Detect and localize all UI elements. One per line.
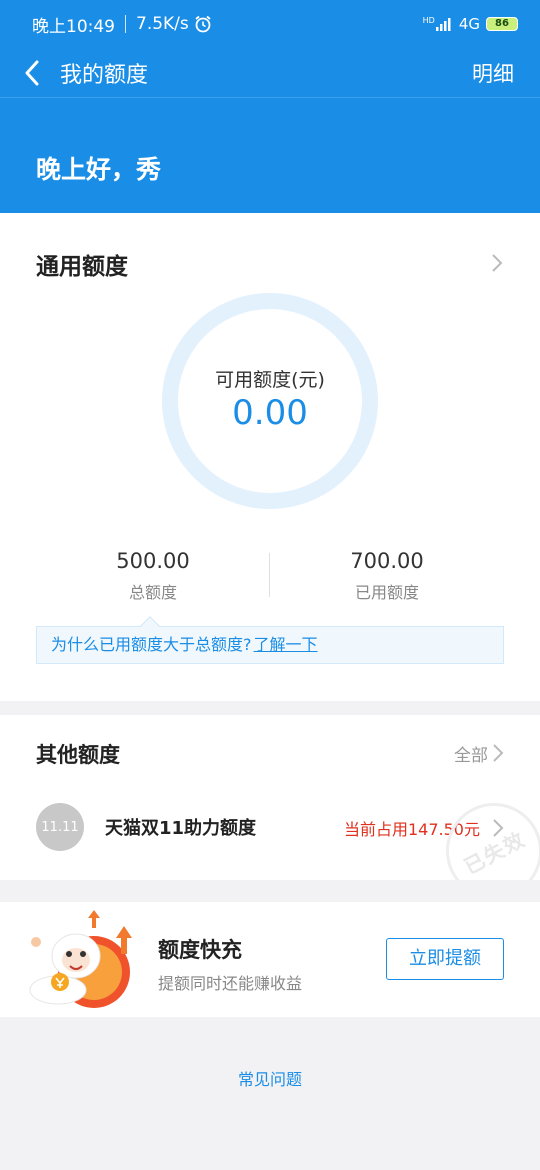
status-bar: 晚上10:49 7.5K/s HD 4G 86 <box>0 0 540 48</box>
item-name: 天猫双11助力额度 <box>105 818 257 839</box>
total-quota-stat: 500.00 总额度 <box>53 549 253 603</box>
status-time: 晚上10:49 <box>32 16 115 37</box>
tip-arrow <box>140 616 160 636</box>
available-value: 0.00 <box>232 393 308 433</box>
alarm-icon <box>195 15 211 33</box>
network-label: 4G <box>458 15 480 33</box>
chevron-left-icon <box>25 60 39 85</box>
status-right: HD 4G 86 <box>423 15 518 33</box>
quota-tip: 为什么已用额度大于总额度? 了解一下 <box>36 616 504 664</box>
available-label: 可用额度(元) <box>215 369 325 391</box>
total-quota-label: 总额度 <box>128 583 177 602</box>
other-quota-card: 其他额度 全部 11.11 天猫双11助力额度 当前占用147.50元 已失效 <box>0 715 540 880</box>
battery-icon: 86 <box>486 17 518 31</box>
status-speed: 7.5K/s <box>136 14 189 34</box>
nav-bar: 我的额度 明细 <box>0 48 540 98</box>
used-quota-value: 700.00 <box>350 549 424 573</box>
promo-subtitle: 提额同时还能赚收益 <box>158 974 303 993</box>
mascot-illustration <box>29 910 132 1008</box>
greeting-text: 晚上好，秀 <box>36 155 162 184</box>
stat-divider <box>269 553 270 597</box>
tmall-icon-text: 11.11 <box>41 819 79 835</box>
learn-more-link[interactable]: 了解一下 <box>254 635 318 654</box>
hero-banner: 晚上好，秀 <box>0 98 540 213</box>
view-all-link[interactable]: 全部 <box>454 741 488 766</box>
other-quota-title: 其他额度 <box>36 743 120 767</box>
promo-title: 额度快充 <box>158 938 242 962</box>
total-quota-value: 500.00 <box>116 549 190 573</box>
expired-stamp-text: 已失效 <box>459 826 530 879</box>
faq-link[interactable]: 常见问题 <box>0 1066 540 1090</box>
tmall-icon: 11.11 <box>36 803 84 851</box>
used-quota-label: 已用额度 <box>354 583 419 602</box>
tip-text: 为什么已用额度大于总额度? <box>51 635 252 654</box>
general-quota-card[interactable]: 通用额度 可用额度(元) 0.00 500.00 总额度 700.00 已用额度… <box>0 213 540 701</box>
signal-icon <box>435 18 451 31</box>
back-button[interactable] <box>6 48 58 98</box>
chevron-right-icon[interactable] <box>491 253 503 273</box>
hd-badge: HD <box>422 16 435 25</box>
chevron-right-icon[interactable] <box>492 743 504 763</box>
used-quota-stat: 700.00 已用额度 <box>287 549 487 603</box>
page-title: 我的额度 <box>60 62 149 88</box>
raise-quota-button[interactable]: 立即提额 <box>386 938 504 980</box>
detail-button[interactable]: 明细 <box>472 58 514 88</box>
quick-charge-card: 额度快充 提额同时还能赚收益 立即提额 <box>0 902 540 1017</box>
general-quota-title: 通用额度 <box>36 254 128 280</box>
status-divider <box>125 15 126 33</box>
